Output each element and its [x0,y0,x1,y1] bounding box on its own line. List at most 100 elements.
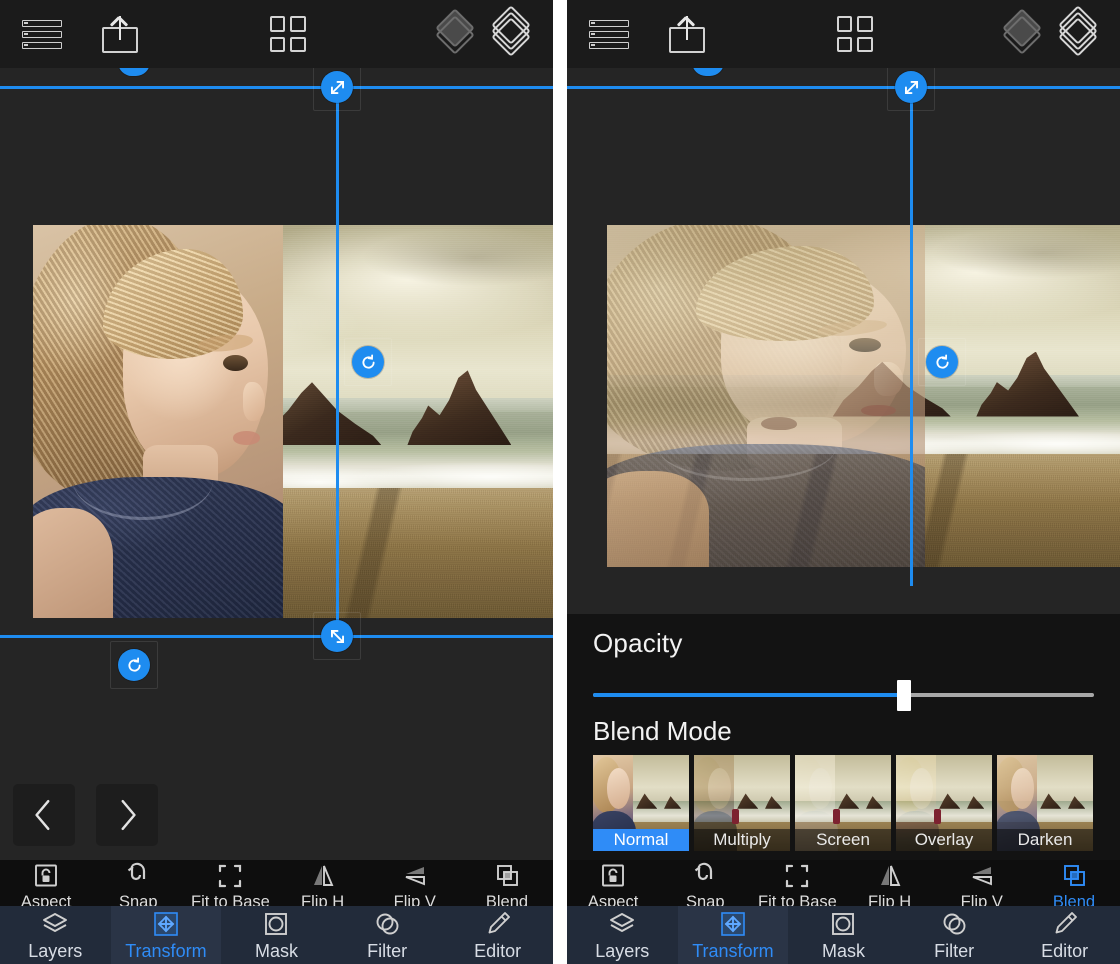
blend-mode-caption: Multiply [694,829,790,851]
opacity-label: Opacity [593,628,683,658]
transform-tool-row: Aspect Snap Fit to Base Flip H Flip V Bl… [0,860,553,910]
tab-label: Editor [474,940,522,961]
tab-layers[interactable]: Layers [0,906,111,964]
tool-flip-v[interactable]: Flip V [936,860,1028,911]
tab-label: Filter [934,940,975,961]
tool-blend[interactable]: Blend [1028,860,1120,911]
blend-mode-label: Blend Mode [593,716,732,746]
tab-label: Layers [595,940,650,961]
mask-icon [828,909,858,939]
tab-mask[interactable]: Mask [221,906,332,964]
previous-button[interactable] [13,784,75,846]
tab-label: Transform [692,940,774,961]
blend-squares-icon [493,862,521,890]
tab-label: Transform [125,940,207,961]
tool-flip-v[interactable]: Flip V [369,860,461,911]
slider-fill [593,693,904,697]
tool-flip-h[interactable]: Flip H [277,860,369,911]
layer-stack-icon[interactable] [1050,5,1106,57]
resize-handle-bottom-right[interactable] [313,612,361,660]
blend-mode-normal[interactable]: Normal [593,755,689,851]
magnet-icon [124,862,152,890]
tab-transform[interactable]: Transform [110,906,222,964]
artboard-blended[interactable] [607,225,1120,567]
layers-icon [40,909,70,939]
tool-fit-to-base[interactable]: Fit to Base [751,860,843,911]
layer-stack-icon[interactable] [483,5,539,57]
bottom-tab-bar: Layers Transform Mask Filter Editor [0,906,553,964]
transform-guide-top [567,86,1120,89]
blend-squares-icon [1060,862,1088,890]
magnet-icon [691,862,719,890]
tab-label: Editor [1041,940,1089,961]
screenshot-root: Aspect Snap Fit to Base Flip H Flip V Bl… [0,0,1120,964]
canvas-area[interactable] [0,68,553,860]
top-toolbar-right [567,0,1120,68]
artboard[interactable] [33,225,553,618]
rotate-handle-right[interactable] [918,338,966,386]
menu-icon[interactable] [14,11,70,57]
tool-flip-h[interactable]: Flip H [844,860,936,911]
blend-panel: Opacity Blend Mode Normal Multiply Scree… [567,614,1120,860]
layers-icon [607,909,637,939]
foreground-layer-portrait [33,225,283,618]
share-icon[interactable] [659,11,715,57]
lock-icon [599,862,627,890]
resize-handle-top-right[interactable] [313,68,361,111]
bottom-tab-bar-right: Layers Transform Mask Filter Editor [567,906,1120,964]
left-panel: Aspect Snap Fit to Base Flip H Flip V Bl… [0,0,553,964]
tab-label: Filter [367,940,408,961]
tab-transform[interactable]: Transform [677,906,789,964]
tab-label: Mask [254,940,298,961]
tab-editor[interactable]: Editor [442,906,553,964]
slider-thumb[interactable] [896,680,911,711]
tab-layers[interactable]: Layers [567,906,678,964]
transform-guide-top [0,86,553,89]
lock-icon [32,862,60,890]
flip-horizontal-icon [309,862,337,890]
tab-filter[interactable]: Filter [332,906,443,964]
fit-frame-icon [216,862,244,890]
tab-filter[interactable]: Filter [899,906,1010,964]
tool-snap[interactable]: Snap [92,860,184,911]
tool-snap[interactable]: Snap [659,860,751,911]
tool-aspect[interactable]: Aspect [567,860,659,911]
pencil-icon [483,909,513,939]
rotate-handle-bottom-left[interactable] [110,641,158,689]
grid-icon[interactable] [827,11,883,57]
foreground-layer-portrait-blended [607,225,926,567]
opacity-slider[interactable] [593,680,1094,711]
flip-vertical-icon [401,862,429,890]
page-nav-buttons [13,784,158,846]
mask-icon [261,909,291,939]
handle-top-partial[interactable] [118,68,150,76]
blend-mode-list: Normal Multiply Screen Overlay Darken [593,755,1094,851]
blend-mode-overlay[interactable]: Overlay [896,755,992,851]
blend-mode-darken[interactable]: Darken [997,755,1093,851]
share-icon[interactable] [92,11,148,57]
tool-aspect[interactable]: Aspect [0,860,92,911]
handle-top-partial[interactable] [692,68,724,76]
blend-mode-caption: Darken [997,829,1093,851]
transform-guide-vertical [336,86,339,638]
tab-label: Mask [821,940,865,961]
flip-vertical-icon [968,862,996,890]
next-button[interactable] [96,784,158,846]
layer-pair-icon[interactable] [427,8,483,57]
transform-guide-bottom [0,635,553,638]
tool-fit-to-base[interactable]: Fit to Base [184,860,276,911]
tool-blend[interactable]: Blend [461,860,553,911]
rotate-handle-right[interactable] [344,338,392,386]
transform-tool-row-right: Aspect Snap Fit to Base Flip H Flip V Bl… [567,860,1120,910]
menu-icon[interactable] [581,11,637,57]
resize-handle-top-right[interactable] [887,68,935,111]
grid-icon[interactable] [260,11,316,57]
layer-pair-icon[interactable] [994,8,1050,57]
filter-icon [939,909,969,939]
fit-frame-icon [783,862,811,890]
tab-editor[interactable]: Editor [1009,906,1120,964]
tab-label: Layers [28,940,83,961]
blend-mode-multiply[interactable]: Multiply [694,755,790,851]
tab-mask[interactable]: Mask [788,906,899,964]
blend-mode-screen[interactable]: Screen [795,755,891,851]
